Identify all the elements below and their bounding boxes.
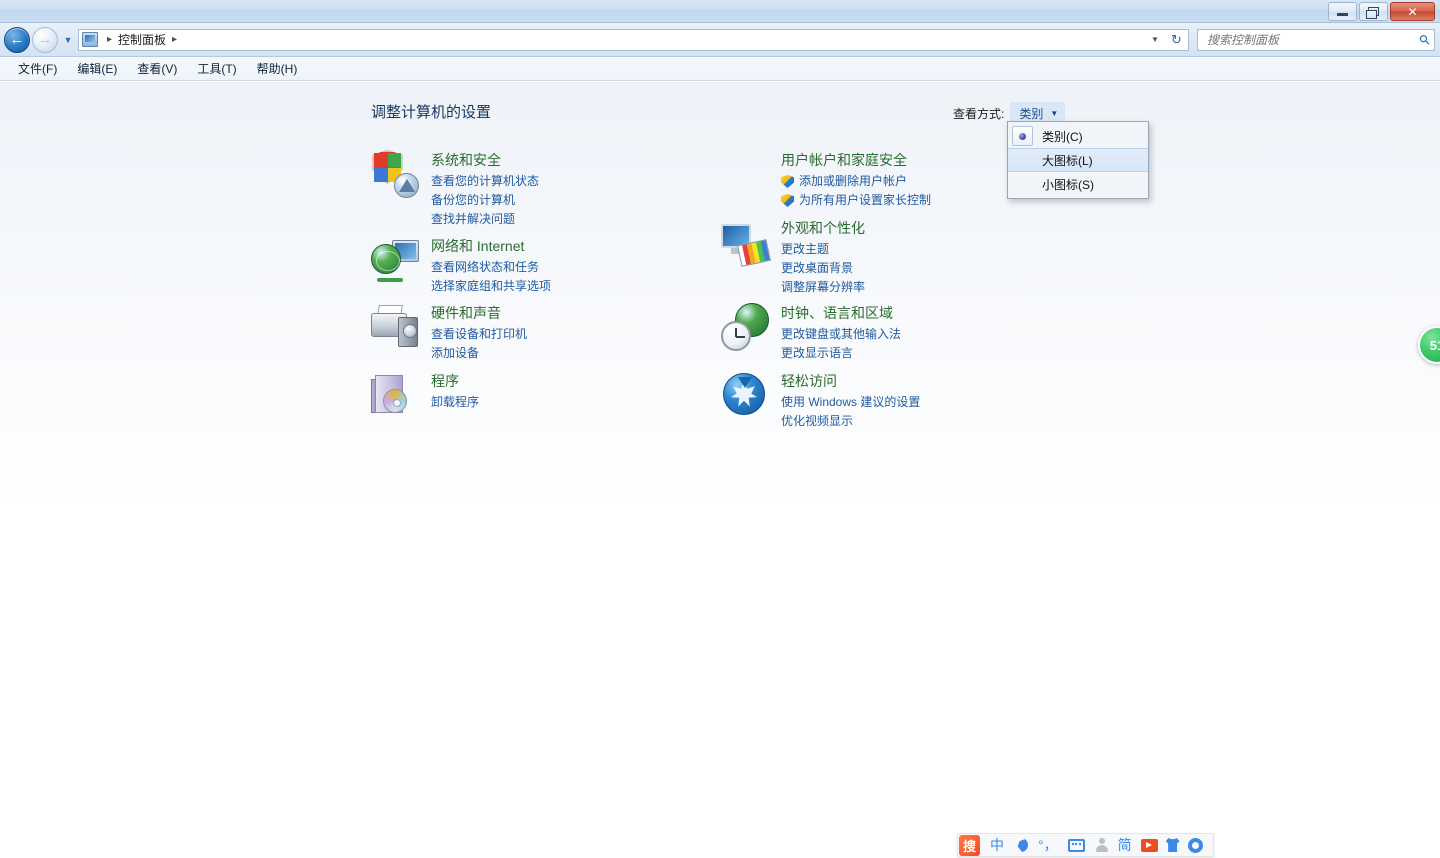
category-hardware-and-sound: 硬件和声音 查看设备和打印机 添加设备 (371, 303, 527, 363)
ime-moon-icon[interactable] (1014, 838, 1028, 852)
category-task-link[interactable]: 备份您的计算机 (431, 191, 539, 210)
radio-gutter (1008, 124, 1036, 148)
menu-view[interactable]: 查看(V) (127, 57, 187, 80)
refresh-icon[interactable]: ↻ (1165, 28, 1189, 51)
category-task-link[interactable]: 查找并解决问题 (431, 210, 539, 229)
category-network-and-internet: 网络和 Internet 查看网络状态和任务 选择家庭组和共享选项 (371, 236, 551, 296)
close-button[interactable]: ✕ (1390, 2, 1435, 21)
view-by-option-category[interactable]: 类别(C) (1008, 124, 1148, 148)
security-shield-icon (371, 150, 419, 198)
breadcrumb-separator-icon: ▸ (107, 34, 113, 45)
appearance-monitor-icon (721, 218, 771, 267)
user-accounts-icon (721, 150, 769, 198)
category-task-link[interactable]: 优化视频显示 (781, 412, 920, 431)
menu-help[interactable]: 帮助(H) (247, 57, 308, 80)
radio-gutter (1008, 172, 1036, 196)
clock-globe-icon (721, 303, 769, 351)
address-bar[interactable]: ▸ 控制面板 ▸ (78, 28, 1145, 51)
programs-box-icon (371, 371, 419, 419)
view-by-option-label: 大图标(L) (1042, 153, 1093, 168)
category-title[interactable]: 程序 (431, 373, 479, 390)
recent-pages-chevron-down-icon[interactable]: ▼ (60, 35, 76, 45)
ime-keyboard-icon[interactable] (1067, 838, 1085, 852)
task-label: 为所有用户设置家长控制 (799, 193, 932, 207)
category-task-link[interactable]: 查看网络状态和任务 (431, 258, 551, 277)
category-title[interactable]: 硬件和声音 (431, 305, 527, 322)
page-title: 调整计算机的设置 (371, 104, 492, 121)
category-ease-of-access: 轻松访问 使用 Windows 建议的设置 优化视频显示 (721, 371, 920, 431)
chevron-down-icon: ▼ (1050, 109, 1059, 118)
network-globe-icon (371, 236, 419, 284)
category-task-link[interactable]: 更改键盘或其他输入法 (781, 325, 901, 344)
category-title[interactable]: 网络和 Internet (431, 238, 551, 255)
minimize-button[interactable] (1328, 2, 1357, 21)
menu-edit[interactable]: 编辑(E) (67, 57, 127, 80)
uac-shield-icon (781, 194, 794, 207)
uac-shield-icon (781, 175, 794, 188)
ime-punctuation-icon[interactable]: °， (1033, 834, 1063, 856)
menu-bar: 文件(F) 编辑(E) 查看(V) 工具(T) 帮助(H) (0, 57, 1440, 81)
category-task-link[interactable]: 调整屏幕分辨率 (781, 278, 865, 297)
window-controls: ✕ (1328, 2, 1435, 21)
category-title[interactable]: 系统和安全 (431, 152, 539, 169)
category-task-link[interactable]: 更改桌面背景 (781, 259, 865, 278)
ime-mode-chinese[interactable]: 中 (985, 834, 1009, 856)
radio-gutter (1008, 149, 1036, 171)
view-by-option-label: 类别(C) (1042, 129, 1083, 144)
category-task-link[interactable]: 为所有用户设置家长控制 (781, 191, 931, 210)
ime-user-icon[interactable] (1095, 838, 1108, 852)
category-task-link[interactable]: 查看设备和打印机 (431, 325, 527, 344)
control-panel-icon (82, 32, 98, 47)
ime-video-icon[interactable] (1140, 838, 1158, 852)
forward-button[interactable]: → (32, 26, 58, 53)
category-title[interactable]: 外观和个性化 (781, 220, 865, 237)
category-title[interactable]: 时钟、语言和区域 (781, 305, 901, 322)
view-by-selected-value: 类别 (1019, 107, 1044, 121)
breadcrumb-item-control-panel[interactable]: 控制面板 (118, 31, 166, 48)
task-label: 添加或删除用户帐户 (799, 174, 908, 188)
category-user-accounts-and-family-safety: 用户帐户和家庭安全 添加或删除用户帐户 为所有用户设置家长控制 (721, 150, 931, 210)
category-task-link[interactable]: 选择家庭组和共享选项 (431, 277, 551, 296)
ime-settings-icon[interactable] (1187, 837, 1203, 853)
printer-speaker-icon (371, 303, 419, 351)
view-by-dropdown-menu: 类别(C) 大图标(L) 小图标(S) (1007, 121, 1149, 199)
category-task-link[interactable]: 更改主题 (781, 240, 865, 259)
category-task-link[interactable]: 添加设备 (431, 344, 527, 363)
category-title[interactable]: 轻松访问 (781, 373, 920, 390)
radio-selected-icon (1011, 126, 1033, 146)
menu-file[interactable]: 文件(F) (8, 57, 67, 80)
search-input[interactable] (1205, 31, 1421, 48)
content-pane (0, 82, 1440, 858)
ime-skin-icon[interactable] (1165, 838, 1180, 852)
category-task-link[interactable]: 使用 Windows 建议的设置 (781, 393, 920, 412)
breadcrumb-separator-icon-2[interactable]: ▸ (166, 34, 183, 45)
ime-logo-icon[interactable]: 搜 (959, 834, 980, 856)
category-task-link[interactable]: 添加或删除用户帐户 (781, 172, 931, 191)
menu-tools[interactable]: 工具(T) (187, 57, 246, 80)
window-title-bar: ✕ (0, 0, 1440, 23)
category-appearance-and-personalization: 外观和个性化 更改主题 更改桌面背景 调整屏幕分辨率 (721, 218, 865, 297)
view-by-option-large-icons[interactable]: 大图标(L) (1008, 148, 1148, 172)
address-dropdown-chevron-down-icon[interactable]: ▼ (1145, 28, 1165, 51)
back-button[interactable]: ← (4, 26, 30, 53)
category-clock-language-and-region: 时钟、语言和区域 更改键盘或其他输入法 更改显示语言 (721, 303, 901, 363)
ease-of-access-icon (721, 371, 769, 419)
ime-simplified-icon[interactable]: 简 (1113, 834, 1137, 856)
ime-language-bar: 搜 中 °， 简 (957, 833, 1214, 857)
category-programs: 程序 卸载程序 (371, 371, 479, 419)
category-task-link[interactable]: 查看您的计算机状态 (431, 172, 539, 191)
view-by-option-label: 小图标(S) (1042, 177, 1094, 192)
category-task-link[interactable]: 更改显示语言 (781, 344, 901, 363)
control-panel-window: ✕ ← → ▼ ▸ 控制面板 ▸ ▼ ↻ ⚲ 文件(F) 编辑(E) 查看(V)… (0, 0, 1440, 858)
category-title[interactable]: 用户帐户和家庭安全 (781, 152, 931, 169)
category-system-and-security: 系统和安全 查看您的计算机状态 备份您的计算机 查找并解决问题 (371, 150, 539, 229)
category-task-link[interactable]: 卸载程序 (431, 393, 479, 412)
search-box[interactable]: ⚲ (1197, 28, 1435, 51)
view-by-option-small-icons[interactable]: 小图标(S) (1008, 172, 1148, 196)
view-by-label: 查看方式: (953, 107, 1005, 121)
address-bar-row: ← → ▼ ▸ 控制面板 ▸ ▼ ↻ ⚲ (0, 23, 1440, 57)
maximize-button[interactable] (1359, 2, 1388, 21)
